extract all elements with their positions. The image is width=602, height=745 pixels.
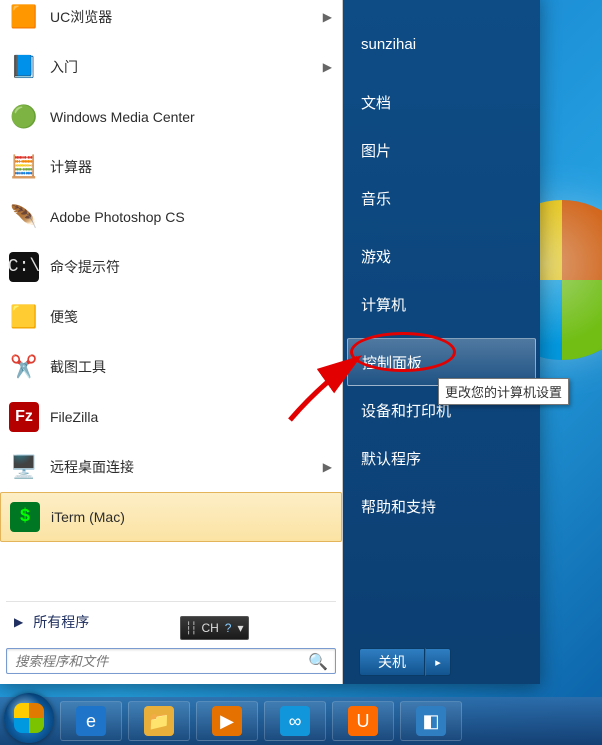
shutdown-options-button[interactable]: ▸	[425, 648, 451, 676]
taskbar-explorer-icon[interactable]: 📁	[128, 701, 190, 741]
taskbar-media-player-icon[interactable]: ▶	[196, 701, 258, 741]
search-row: 🔍	[0, 640, 342, 684]
photoshop-icon: 🪶	[6, 199, 42, 235]
media-player-icon: ▶	[212, 706, 242, 736]
taskbar-ie-icon[interactable]: e	[60, 701, 122, 741]
filezilla-icon: Fz	[6, 399, 42, 435]
program-label: FileZilla	[50, 409, 332, 425]
program-label: 截图工具	[50, 357, 332, 377]
user-name[interactable]: sunzihai	[343, 20, 540, 68]
program-item-1[interactable]: 📘 入门▶	[0, 42, 342, 92]
shutdown-button[interactable]: 关机	[359, 648, 425, 676]
explorer-icon: 📁	[144, 706, 174, 736]
program-item-8[interactable]: Fz FileZilla	[0, 392, 342, 442]
program-item-5[interactable]: C:\ 命令提示符	[0, 242, 342, 292]
program-label: iTerm (Mac)	[51, 509, 331, 525]
program-item-3[interactable]: 🧮 计算器	[0, 142, 342, 192]
ime-help-icon[interactable]: ?	[225, 621, 232, 635]
uc-browser-icon: U	[348, 706, 378, 736]
calculator-icon: 🧮	[6, 149, 42, 185]
taskbar-baidu-pan-icon[interactable]: ∞	[264, 701, 326, 741]
baidu-pan-icon: ∞	[280, 706, 310, 736]
right-item-计算机[interactable]: 计算机	[343, 280, 540, 328]
program-item-9[interactable]: 🖥️ 远程桌面连接▶	[0, 442, 342, 492]
taskbar-buttons: e 📁 ▶ ∞ U ◧	[60, 701, 462, 741]
all-programs-button[interactable]: ▶ 所有程序	[0, 604, 342, 640]
getting-started-icon: 📘	[6, 49, 42, 85]
program-item-7[interactable]: ✂️ 截图工具	[0, 342, 342, 392]
right-item-帮助和支持[interactable]: 帮助和支持	[343, 482, 540, 530]
program-item-2[interactable]: 🟢 Windows Media Center	[0, 92, 342, 142]
program-item-6[interactable]: 🟨 便笺	[0, 292, 342, 342]
ie-icon: e	[76, 706, 106, 736]
ime-options-icon[interactable]: ▾	[237, 621, 243, 635]
sticky-notes-icon: 🟨	[6, 299, 42, 335]
program-label: 命令提示符	[50, 257, 332, 277]
iterm-icon: $	[7, 499, 43, 535]
start-menu: 🟧UC浏览器▶📘入门▶🟢Windows Media Center🧮计算器🪶Ado…	[0, 0, 540, 684]
snipping-tool-icon: ✂️	[6, 349, 42, 385]
program-label: Adobe Photoshop CS	[50, 209, 332, 225]
divider	[6, 601, 336, 602]
right-item-音乐[interactable]: 音乐	[343, 174, 540, 222]
program-item-0[interactable]: 🟧 UC浏览器▶	[0, 0, 342, 42]
program-label: Windows Media Center	[50, 109, 332, 125]
program-item-4[interactable]: 🪶 Adobe Photoshop CS	[0, 192, 342, 242]
ime-language-bar[interactable]: ┆┆ CH ? ▾	[180, 616, 249, 640]
all-programs-label: 所有程序	[33, 612, 89, 632]
program-label: UC浏览器	[50, 7, 323, 27]
tooltip: 更改您的计算机设置	[438, 378, 569, 405]
right-item-图片[interactable]: 图片	[343, 126, 540, 174]
program-item-10[interactable]: $ iTerm (Mac)	[0, 492, 342, 542]
uc-browser-icon: 🟧	[6, 0, 42, 35]
chevron-right-icon: ▶	[14, 615, 23, 629]
grip-icon: ┆┆	[185, 621, 195, 635]
chevron-right-icon: ▶	[323, 60, 332, 74]
cmd-icon: C:\	[6, 249, 42, 285]
program-label: 便笺	[50, 307, 332, 327]
right-item-默认程序[interactable]: 默认程序	[343, 434, 540, 482]
shutdown-row: 关机 ▸	[359, 648, 451, 676]
start-button[interactable]	[4, 693, 54, 743]
program-list: 🟧UC浏览器▶📘入门▶🟢Windows Media Center🧮计算器🪶Ado…	[0, 0, 342, 599]
search-icon: 🔍	[308, 652, 328, 672]
right-item-游戏[interactable]: 游戏	[343, 232, 540, 280]
taskbar: e 📁 ▶ ∞ U ◧	[0, 697, 602, 745]
media-center-icon: 🟢	[6, 99, 42, 135]
search-input[interactable]	[6, 648, 336, 674]
start-menu-right-pane: sunzihai 文档图片音乐游戏计算机控制面板设备和打印机默认程序帮助和支持 …	[343, 0, 540, 684]
taskbar-uc-browser-icon[interactable]: U	[332, 701, 394, 741]
program-label: 计算器	[50, 157, 332, 177]
start-menu-left-pane: 🟧UC浏览器▶📘入门▶🟢Windows Media Center🧮计算器🪶Ado…	[0, 0, 343, 684]
chevron-right-icon: ▶	[323, 460, 332, 474]
app-icon: ◧	[416, 706, 446, 736]
remote-desktop-icon: 🖥️	[6, 449, 42, 485]
taskbar-app-icon[interactable]: ◧	[400, 701, 462, 741]
program-label: 远程桌面连接	[50, 457, 323, 477]
chevron-right-icon: ▶	[323, 10, 332, 24]
program-label: 入门	[50, 57, 323, 77]
ime-language-label: CH	[201, 621, 218, 635]
right-item-文档[interactable]: 文档	[343, 78, 540, 126]
